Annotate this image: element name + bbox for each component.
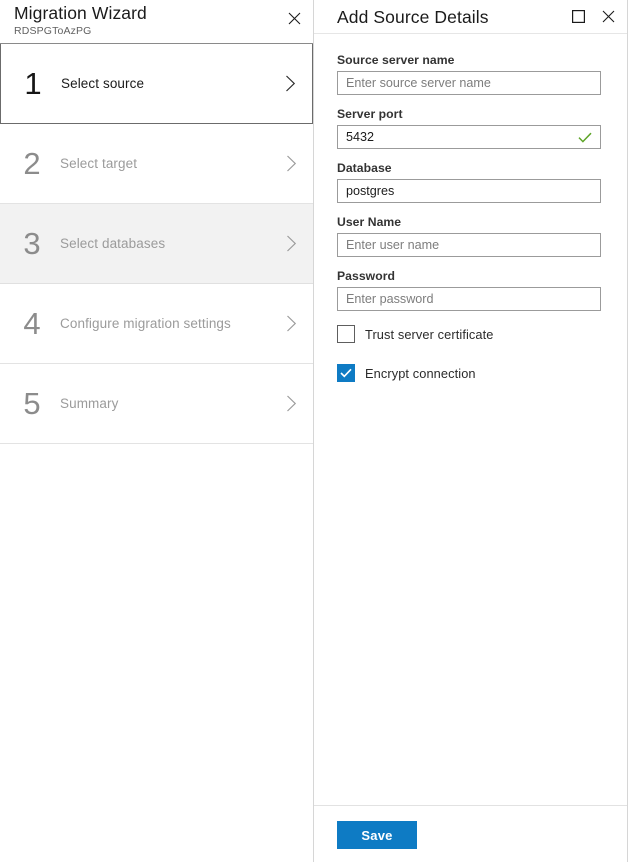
- detail-header: Add Source Details: [314, 0, 627, 34]
- source-server-name-input[interactable]: Enter source server name: [337, 71, 601, 95]
- migration-wizard-window: Migration Wizard RDSPGToAzPG 1 Select so…: [0, 0, 628, 862]
- wizard-step-3[interactable]: 3 Select databases: [0, 204, 313, 284]
- chevron-right-icon: [269, 155, 313, 172]
- database-input[interactable]: postgres: [337, 179, 601, 203]
- step-label: Select target: [60, 156, 269, 171]
- detail-header-actions: [565, 3, 621, 29]
- chevron-right-icon: [269, 315, 313, 332]
- source-details-panel: Add Source Details: [314, 0, 628, 862]
- chevron-right-icon: [269, 235, 313, 252]
- source-details-form: Source server name Enter source server n…: [314, 34, 627, 805]
- field-user-name: User Name Enter user name: [337, 215, 601, 257]
- password-input[interactable]: Enter password: [337, 287, 601, 311]
- detail-close-button[interactable]: [595, 3, 621, 29]
- step-number: 2: [0, 148, 60, 179]
- wizard-subtitle: RDSPGToAzPG: [14, 25, 299, 38]
- input-value: postgres: [346, 180, 592, 202]
- step-label: Select source: [61, 76, 268, 91]
- trust-server-certificate-checkbox[interactable]: [337, 325, 355, 343]
- close-icon: [602, 10, 615, 23]
- checkbox-label: Trust server certificate: [365, 327, 494, 342]
- step-number: 5: [0, 388, 60, 419]
- field-label: Database: [337, 161, 601, 175]
- field-label: Server port: [337, 107, 601, 121]
- page-title: Migration Wizard: [14, 3, 299, 24]
- step-label: Configure migration settings: [60, 316, 269, 331]
- step-number: 1: [1, 68, 61, 99]
- wizard-close-button[interactable]: [281, 5, 307, 31]
- maximize-button[interactable]: [565, 3, 591, 29]
- field-label: Password: [337, 269, 601, 283]
- checkbox-label: Encrypt connection: [365, 366, 476, 381]
- field-source-server-name: Source server name Enter source server n…: [337, 53, 601, 95]
- detail-footer: Save: [314, 805, 627, 862]
- trust-server-certificate-checkbox-row[interactable]: Trust server certificate: [337, 323, 601, 345]
- save-button[interactable]: Save: [337, 821, 417, 849]
- field-database: Database postgres: [337, 161, 601, 203]
- wizard-steps: 1 Select source 2 Select target 3 Select…: [0, 44, 313, 444]
- input-value: 5432: [346, 126, 574, 148]
- field-password: Password Enter password: [337, 269, 601, 311]
- input-placeholder: Enter source server name: [346, 72, 592, 94]
- input-placeholder: Enter password: [346, 288, 592, 310]
- wizard-step-2[interactable]: 2 Select target: [0, 124, 313, 204]
- check-valid-icon: [578, 130, 592, 144]
- wizard-step-1[interactable]: 1 Select source: [0, 44, 313, 124]
- step-label: Summary: [60, 396, 269, 411]
- chevron-right-icon: [269, 395, 313, 412]
- wizard-step-4[interactable]: 4 Configure migration settings: [0, 284, 313, 364]
- step-label: Select databases: [60, 236, 269, 251]
- step-number: 3: [0, 228, 60, 259]
- maximize-square-icon: [572, 10, 585, 23]
- detail-title: Add Source Details: [337, 6, 489, 28]
- close-icon: [288, 12, 301, 25]
- wizard-panel: Migration Wizard RDSPGToAzPG 1 Select so…: [0, 0, 314, 862]
- chevron-right-icon: [268, 75, 312, 92]
- field-label: Source server name: [337, 53, 601, 67]
- step-number: 4: [0, 308, 60, 339]
- wizard-empty-area: [0, 444, 313, 862]
- wizard-header: Migration Wizard RDSPGToAzPG: [0, 0, 313, 44]
- input-placeholder: Enter user name: [346, 234, 592, 256]
- encrypt-connection-checkbox[interactable]: [337, 364, 355, 382]
- user-name-input[interactable]: Enter user name: [337, 233, 601, 257]
- server-port-input[interactable]: 5432: [337, 125, 601, 149]
- encrypt-connection-checkbox-row[interactable]: Encrypt connection: [337, 362, 601, 384]
- wizard-step-5[interactable]: 5 Summary: [0, 364, 313, 444]
- field-server-port: Server port 5432: [337, 107, 601, 149]
- field-label: User Name: [337, 215, 601, 229]
